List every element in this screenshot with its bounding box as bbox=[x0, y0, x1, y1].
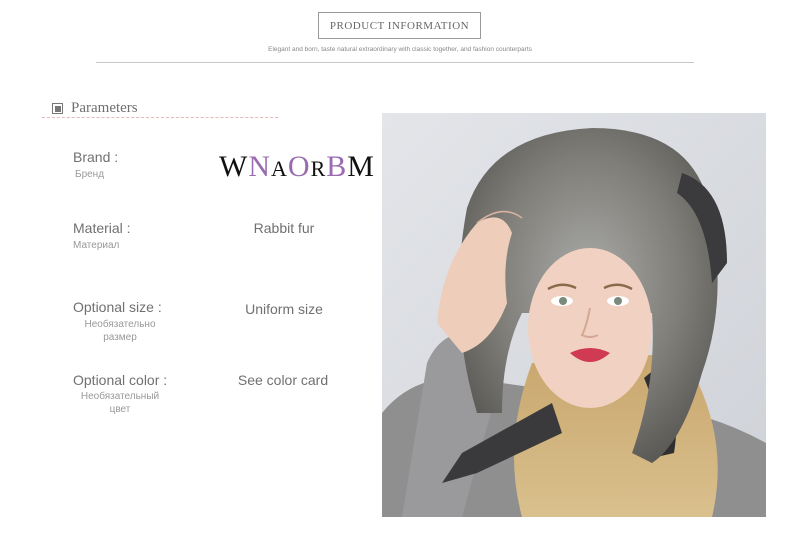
hat-model-illustration bbox=[382, 113, 766, 517]
parameters-title: Parameters bbox=[71, 100, 138, 116]
logo-letter: A bbox=[271, 156, 288, 181]
model-photo bbox=[382, 113, 766, 517]
logo-letter: N bbox=[248, 150, 271, 183]
logo-letter: W bbox=[219, 150, 249, 183]
logo-letter: R bbox=[310, 156, 327, 181]
logo-letter: M bbox=[347, 150, 375, 183]
color-sub: Необязательный цвет bbox=[80, 391, 160, 415]
header-title-text: PRODUCT INFORMATION bbox=[329, 19, 470, 32]
brand-logo: WNAORBM bbox=[219, 150, 375, 186]
size-label: Optional size : bbox=[73, 299, 162, 315]
parameters-underline bbox=[42, 117, 278, 118]
brand-sub: Бренд bbox=[75, 169, 105, 180]
square-bullet-icon bbox=[52, 103, 63, 114]
material-label: Material : bbox=[73, 220, 131, 236]
parameters-heading: Parameters bbox=[52, 100, 138, 117]
material-value: Rabbit fur bbox=[253, 220, 315, 236]
color-value: See color card bbox=[237, 372, 329, 388]
logo-letter: O bbox=[287, 150, 311, 183]
brand-label: Brand : bbox=[73, 149, 119, 165]
logo-letter: B bbox=[326, 150, 348, 183]
product-information-title: PRODUCT INFORMATION bbox=[318, 12, 481, 39]
color-label: Optional color : bbox=[73, 372, 168, 388]
material-sub: Материал bbox=[73, 240, 120, 251]
size-value: Uniform size bbox=[245, 301, 323, 317]
header-subtitle: Elegant and born, taste natural extraord… bbox=[268, 46, 532, 53]
size-sub: Необязательно размер bbox=[84, 319, 156, 343]
header-divider bbox=[96, 62, 694, 63]
